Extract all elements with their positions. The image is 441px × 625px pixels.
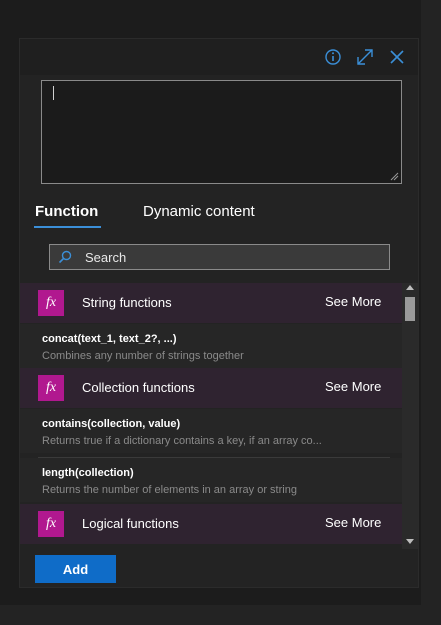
function-description: Returns the number of elements in an arr…: [42, 484, 297, 496]
function-description: Combines any number of strings together: [42, 350, 244, 362]
function-icon: fx: [38, 290, 64, 316]
close-icon[interactable]: [387, 47, 407, 67]
tab-dynamic-content[interactable]: Dynamic content: [143, 203, 255, 221]
expression-input[interactable]: [41, 80, 402, 184]
category-header-string-functions[interactable]: fx String functions See More: [20, 283, 402, 323]
background-strip-bottom: [0, 605, 441, 625]
see-more-link[interactable]: See More: [325, 294, 381, 310]
function-signature: contains(collection, value): [42, 418, 181, 430]
scroll-up-arrow-icon[interactable]: [406, 285, 414, 290]
background-strip-right: [421, 0, 441, 625]
search-icon: [58, 250, 72, 264]
function-item[interactable]: length(collection) Returns the number of…: [20, 458, 402, 502]
scroll-thumb[interactable]: [405, 297, 415, 321]
see-more-link[interactable]: See More: [325, 515, 381, 531]
function-signature: concat(text_1, text_2?, ...): [42, 333, 177, 345]
active-tab-indicator: [34, 226, 101, 228]
search-box: [49, 244, 390, 270]
function-list: fx String functions See More concat(text…: [20, 283, 402, 549]
text-cursor: [53, 86, 54, 100]
tab-function[interactable]: Function: [35, 203, 98, 221]
category-name: Collection functions: [82, 380, 195, 395]
category-name: String functions: [82, 295, 172, 310]
function-icon: fx: [38, 375, 64, 401]
category-name: Logical functions: [82, 516, 179, 531]
search-input[interactable]: [85, 245, 375, 269]
scroll-down-arrow-icon[interactable]: [406, 539, 414, 544]
panel-header: [20, 39, 418, 75]
function-item[interactable]: contains(collection, value) Returns true…: [20, 409, 402, 453]
add-button[interactable]: Add: [35, 555, 116, 583]
category-header-logical-functions[interactable]: fx Logical functions See More: [20, 504, 402, 544]
function-description: Returns true if a dictionary contains a …: [42, 435, 322, 447]
info-icon[interactable]: [323, 47, 343, 67]
expression-panel: Function Dynamic content fx String funct…: [19, 38, 419, 588]
function-item[interactable]: concat(text_1, text_2?, ...) Combines an…: [20, 324, 402, 368]
expand-icon[interactable]: [355, 47, 375, 67]
list-scrollbar[interactable]: [402, 283, 418, 549]
function-signature: length(collection): [42, 467, 134, 479]
function-icon: fx: [38, 511, 64, 537]
resize-grip-icon[interactable]: [389, 171, 399, 181]
category-header-collection-functions[interactable]: fx Collection functions See More: [20, 368, 402, 408]
see-more-link[interactable]: See More: [325, 379, 381, 395]
